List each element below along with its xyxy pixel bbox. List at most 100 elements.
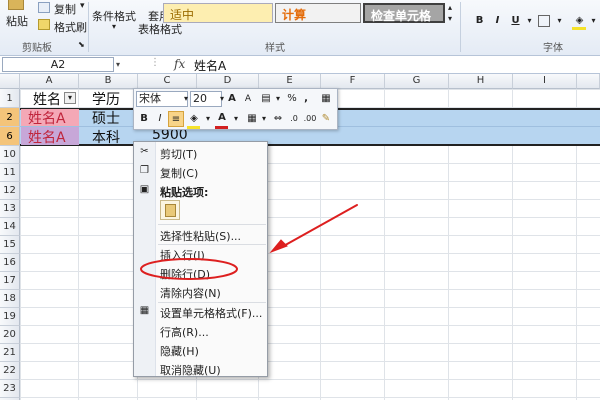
- styles-scroll-up-icon[interactable]: ▴: [448, 3, 452, 12]
- insert-function-icon[interactable]: fx: [174, 57, 185, 71]
- column-header-overflow[interactable]: [577, 74, 600, 89]
- cell-style-check[interactable]: 检查单元格: [363, 3, 445, 23]
- comma-style-button[interactable]: ,: [298, 91, 314, 107]
- gridline: [20, 379, 600, 380]
- conditional-format-dropdown-icon[interactable]: ▾: [112, 22, 116, 31]
- row-header-13[interactable]: 13: [0, 200, 20, 218]
- menu-item-row-height[interactable]: 行高(R)...: [160, 324, 209, 340]
- row-header-10[interactable]: 10: [0, 146, 20, 164]
- row-header-11[interactable]: 11: [0, 164, 20, 182]
- row-header-2[interactable]: 2: [0, 108, 20, 127]
- row-header-19[interactable]: 19: [0, 308, 20, 326]
- row-header-22[interactable]: 22: [0, 362, 20, 380]
- gridline: [20, 343, 600, 344]
- cell-a2-text: 姓名A: [28, 111, 66, 127]
- menu-item-hide[interactable]: 隐藏(H): [160, 343, 199, 359]
- table-format-button-line2[interactable]: 表格格式: [138, 21, 182, 37]
- shrink-font-button[interactable]: A: [240, 91, 256, 107]
- menu-item-delete-row[interactable]: 删除行(D): [160, 266, 210, 282]
- fill-color-icon[interactable]: ◈: [572, 13, 587, 28]
- formula-bar-grip-icon[interactable]: ⋮: [150, 57, 160, 68]
- paste-clipboard-icon: [165, 204, 176, 217]
- column-header-i[interactable]: I: [513, 74, 577, 89]
- fill-color-swatch: [572, 27, 586, 30]
- clear-format-icon[interactable]: ✎: [318, 111, 334, 127]
- border-icon[interactable]: [538, 15, 550, 27]
- column-header-h[interactable]: H: [449, 74, 513, 89]
- paste-icon[interactable]: [8, 0, 24, 10]
- row-header-6[interactable]: 6: [0, 127, 20, 146]
- italic-button[interactable]: I: [490, 13, 505, 28]
- fill-color-dropdown-icon[interactable]: ▾: [586, 13, 600, 28]
- mini-toolbar: 宋体 ▾ 20 ▾ A A ▤ ▾ % , ▦ B I ≡ ◈ ▾ A ▾ ▦ …: [133, 88, 338, 130]
- gridline: [20, 307, 600, 308]
- gridline: [20, 397, 600, 398]
- row-header-20[interactable]: 20: [0, 326, 20, 344]
- cell-style-neutral[interactable]: 适中: [163, 3, 273, 23]
- cell-b2-text: 硕士: [92, 111, 120, 127]
- menu-item-insert-row[interactable]: 插入行(I): [160, 247, 205, 263]
- center-align-button[interactable]: ≡: [168, 111, 184, 127]
- context-menu: ✂ 剪切(T) ❐ 复制(C) ▣ 粘贴选项: 选择性粘贴(S)... 插入行(…: [133, 141, 268, 377]
- menu-item-clear-contents[interactable]: 清除内容(N): [160, 285, 221, 301]
- filter-dropdown-icon[interactable]: ▾: [64, 92, 76, 104]
- copy-dropdown-icon[interactable]: ▾: [80, 1, 85, 11]
- copy-button[interactable]: 复制: [54, 1, 76, 17]
- formula-input[interactable]: 姓名A: [194, 57, 226, 74]
- paste-option-button[interactable]: [160, 200, 180, 220]
- select-all-corner[interactable]: [0, 74, 20, 89]
- menu-item-unhide[interactable]: 取消隐藏(U): [160, 362, 221, 378]
- cell-style-calculation[interactable]: 计算: [275, 3, 361, 23]
- row-header-12[interactable]: 12: [0, 182, 20, 200]
- clipboard-group-label: 剪贴板: [22, 43, 52, 54]
- styles-group-label: 样式: [265, 43, 285, 54]
- column-header-c[interactable]: C: [138, 74, 197, 89]
- column-header-g[interactable]: G: [385, 74, 449, 89]
- row-header-17[interactable]: 17: [0, 272, 20, 290]
- context-menu-icon-gutter: [134, 142, 156, 376]
- paste-button[interactable]: 粘贴: [6, 13, 28, 29]
- row-header-21[interactable]: 21: [0, 344, 20, 362]
- menu-item-paste-special[interactable]: 选择性粘贴(S)...: [160, 228, 241, 244]
- border-dropdown-icon[interactable]: ▾: [552, 13, 567, 28]
- underline-dropdown-icon[interactable]: ▾: [522, 13, 537, 28]
- row-header-15[interactable]: 15: [0, 236, 20, 254]
- name-box-dropdown-icon[interactable]: ▾: [116, 60, 120, 69]
- row-header-23[interactable]: 23: [0, 380, 20, 398]
- format-painter-icon[interactable]: [38, 19, 50, 30]
- column-header-e[interactable]: E: [259, 74, 321, 89]
- row-header-16[interactable]: 16: [0, 254, 20, 272]
- row-header-14[interactable]: 14: [0, 218, 20, 236]
- row-header-18[interactable]: 18: [0, 290, 20, 308]
- menu-item-cut[interactable]: 剪切(T): [160, 146, 197, 162]
- gridline: [20, 235, 600, 236]
- bold-button[interactable]: B: [136, 111, 152, 127]
- clipboard-launcher-icon[interactable]: ⬊: [78, 40, 85, 49]
- increase-decimal-icon[interactable]: .0: [286, 111, 302, 127]
- bold-button[interactable]: B: [472, 13, 487, 28]
- format-painter-icon[interactable]: ▦: [318, 91, 334, 107]
- copy-icon[interactable]: [38, 2, 50, 13]
- gridline: [20, 181, 600, 182]
- decrease-decimal-icon[interactable]: .00: [302, 111, 318, 127]
- menu-item-format-cells[interactable]: 设置单元格格式(F)...: [160, 305, 262, 321]
- column-header-a[interactable]: A: [20, 74, 79, 89]
- name-box[interactable]: A2: [2, 57, 114, 72]
- font-group-label: 字体: [543, 43, 563, 54]
- styles-scroll-down-icon[interactable]: ▾: [448, 14, 452, 23]
- column-header-b[interactable]: B: [79, 74, 138, 89]
- italic-button[interactable]: I: [152, 111, 168, 127]
- merge-cells-icon[interactable]: ⇔: [270, 111, 286, 127]
- font-color-dropdown-icon[interactable]: ▾: [228, 111, 244, 127]
- column-header-f[interactable]: F: [321, 74, 385, 89]
- format-painter-button[interactable]: 格式刷: [54, 19, 87, 35]
- scissors-icon: ✂: [140, 146, 149, 157]
- gridline: [20, 253, 600, 254]
- gridline: [20, 163, 600, 164]
- underline-button[interactable]: U: [508, 13, 523, 28]
- row-header-1[interactable]: 1: [0, 89, 20, 108]
- menu-item-copy[interactable]: 复制(C): [160, 165, 198, 181]
- font-color-swatch: [215, 126, 228, 129]
- column-header-d[interactable]: D: [197, 74, 259, 89]
- grow-font-button[interactable]: A: [224, 91, 240, 107]
